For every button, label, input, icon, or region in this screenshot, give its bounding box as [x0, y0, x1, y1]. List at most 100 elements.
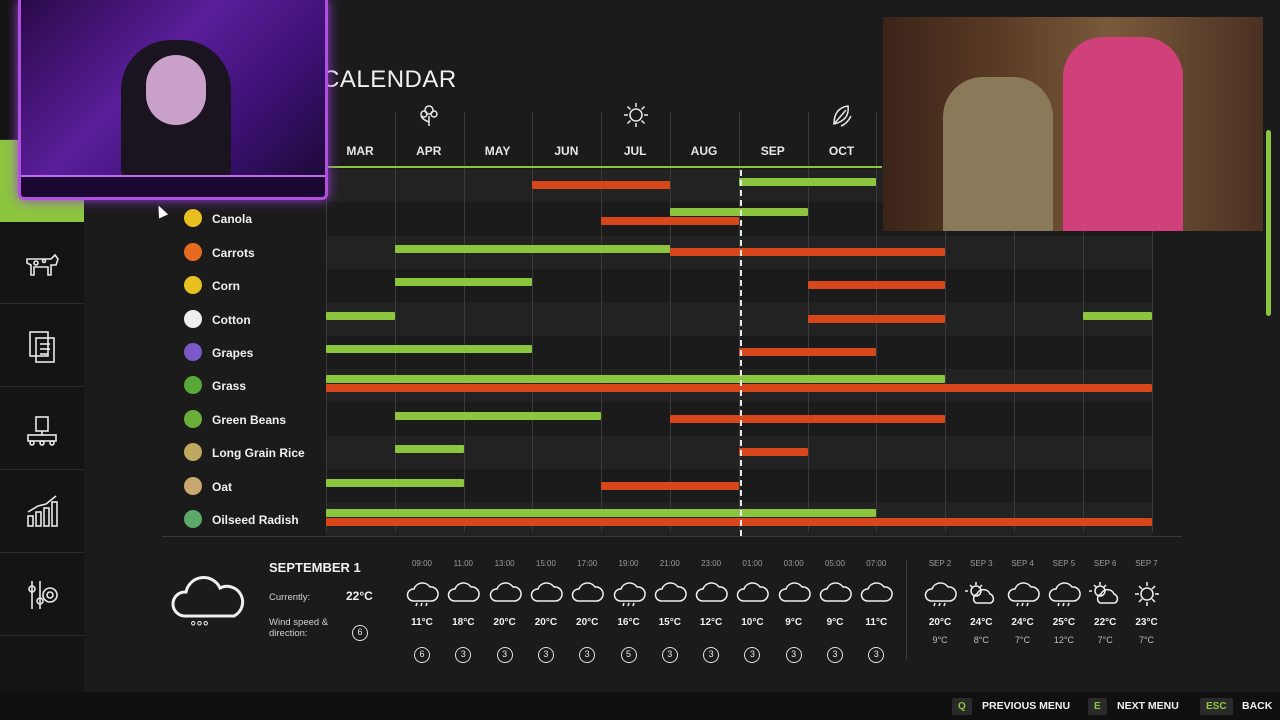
forecast-hour-temp: 9°C [785, 617, 803, 628]
crop-name-long-grain-rice: Long Grain Rice [212, 446, 305, 461]
calendar-row-stripe [326, 469, 1152, 503]
wind-indicator: 3 [537, 647, 554, 663]
forecast-hour-temp: 12°C [699, 617, 723, 628]
previous-menu-button[interactable]: PREVIOUS MENU [982, 700, 1070, 712]
forecast-hour-label: 17:00 [577, 559, 598, 568]
forecast-day-high: 20°C [928, 617, 952, 628]
page-title: CALENDAR [322, 66, 457, 93]
rain-cloud-icon [405, 581, 439, 607]
cloud-icon [653, 581, 687, 607]
month-label-jul: JUL [623, 144, 647, 158]
cloud-icon [570, 581, 605, 607]
rice-icon [184, 443, 202, 462]
calendar-row-stripe [326, 436, 1152, 470]
video-figure-right [1063, 37, 1183, 231]
calendar-row-stripe [326, 503, 1152, 536]
calendar-grid-line [463, 112, 465, 532]
wind-indicator: 3 [827, 647, 843, 663]
back-button[interactable]: BACK [1242, 700, 1272, 712]
forecast-hour-label: 05:00 [824, 559, 846, 568]
crop-name-oilseed-radish: Oilseed Radish [212, 513, 299, 527]
forecast-hour-temp: 10°C [741, 617, 764, 628]
cloud-icon [488, 581, 522, 607]
key-q: Q [952, 698, 972, 715]
forecast-hour-label: 23:00 [701, 559, 722, 568]
harvest-bar [738, 448, 808, 457]
forecast-hour-temp: 18°C [452, 617, 475, 628]
sun-cloud-icon [964, 581, 998, 607]
wind-indicator: 6 [414, 647, 430, 663]
sidebar-item-contracts[interactable] [0, 305, 84, 387]
month-label-mar: MAR [346, 144, 374, 158]
planting-bar [394, 244, 670, 253]
forecast-day-label: SEP 4 [1011, 559, 1034, 568]
settings-sliders-icon [28, 580, 58, 609]
forecast-hour-label: 01:00 [742, 559, 763, 568]
wind-indicator: 3 [703, 647, 720, 663]
planting-bar [738, 178, 877, 186]
calendar-row-stripe [326, 235, 1152, 269]
grass-icon [184, 376, 202, 395]
video-overlay [883, 17, 1263, 231]
rain-cloud-icon [1047, 581, 1081, 607]
video-figure-left [943, 77, 1053, 231]
forecast-hour-label: 21:00 [659, 559, 680, 568]
month-label-sep: SEP [760, 144, 785, 158]
crop-name-corn: Corn [212, 279, 240, 294]
forecast-day-high: 24°C [1011, 617, 1034, 628]
month-label-oct: OCT [828, 144, 855, 158]
calendar-header-line [326, 166, 882, 168]
calendar-grid-line [394, 112, 396, 532]
forecast-hour-temp: 20°C [534, 617, 558, 628]
bar-chart-icon [27, 494, 58, 527]
rain-cloud-icon [923, 581, 957, 607]
sidebar-item-statistics[interactable] [0, 471, 84, 553]
month-label-apr: APR [416, 144, 442, 158]
calendar-scrollbar[interactable] [1266, 130, 1271, 316]
crop-name-oat: Oat [212, 479, 233, 494]
current-temp: 22°C [346, 589, 373, 603]
forecast-hour-temp: 15°C [658, 617, 681, 628]
sun-icon [623, 102, 649, 128]
forecast-day-high: 22°C [1094, 617, 1117, 628]
sidebar-item-production[interactable] [0, 388, 84, 470]
wind-indicator: 3 [496, 647, 513, 663]
harvest-bar [326, 518, 1152, 526]
calendar-grid-line [601, 112, 603, 532]
forecast-hour-temp: 20°C [493, 617, 516, 628]
calendar-grid-line [738, 112, 740, 532]
calendar-grid-line [876, 112, 878, 532]
wind-indicator: 3 [661, 647, 678, 663]
forecast-hour-label: 07:00 [866, 559, 887, 568]
planting-bar [326, 345, 533, 353]
planting-bar [394, 411, 602, 420]
harvest-bar [807, 314, 946, 323]
oat-icon [184, 476, 202, 495]
harvest-bar [601, 217, 739, 226]
crop-name-green-beans: Green Beans [212, 412, 287, 427]
crop-name-cotton: Cotton [212, 312, 251, 327]
forecast-hour-label: 11:00 [453, 559, 474, 568]
leaves-icon [829, 102, 855, 128]
today-marker [740, 170, 742, 536]
cloud-icon [735, 581, 770, 607]
harvest-bar [670, 414, 946, 423]
sidebar-item-settings[interactable] [0, 554, 84, 636]
sidebar-item-animals[interactable] [0, 222, 84, 304]
forecast-hour-temp: 20°C [576, 617, 599, 628]
cloud-icon [694, 581, 728, 607]
cloud-icon [818, 581, 852, 607]
forecast-day-low: 7°C [1138, 635, 1155, 645]
month-label-jun: JUN [554, 144, 579, 158]
calendar-grid-line [670, 112, 671, 532]
harvest-bar [601, 481, 739, 490]
crop-name-grapes: Grapes [212, 346, 254, 360]
harvest-bar [326, 384, 1152, 393]
corn-icon [184, 276, 202, 295]
grapes-icon [184, 343, 202, 361]
month-label-may: MAY [484, 144, 511, 158]
forecast-hour-label: 13:00 [494, 559, 515, 568]
wind-indicator: 3 [785, 647, 802, 663]
next-menu-button[interactable]: NEXT MENU [1117, 700, 1179, 712]
rain-cloud-icon [1006, 581, 1040, 607]
